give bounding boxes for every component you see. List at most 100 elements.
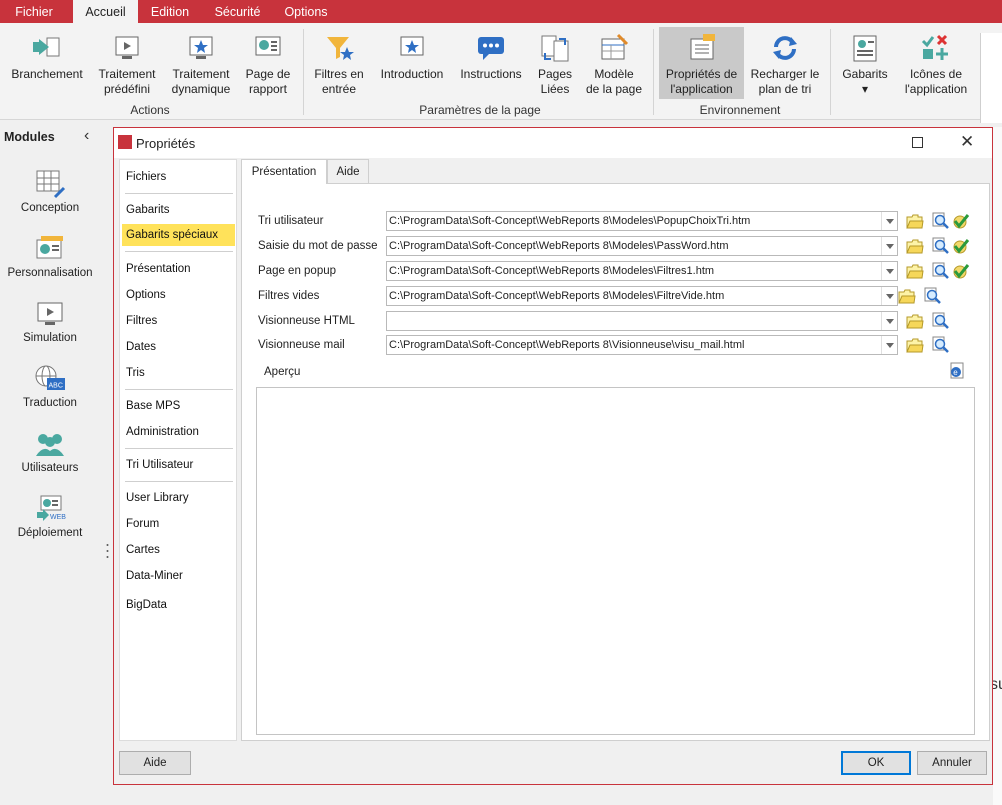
magnifier-icon[interactable]	[932, 336, 950, 354]
check-validate-icon[interactable]	[952, 262, 970, 280]
dynamic-star-icon	[189, 36, 213, 59]
ribbon-traitement-predefini-button[interactable]: Traitement prédéfini	[92, 27, 162, 99]
check-validate-icon[interactable]	[952, 237, 970, 255]
tab-presentation[interactable]: Présentation	[241, 159, 327, 184]
check-validate-icon[interactable]	[952, 212, 970, 230]
mot-de-passe-combo[interactable]: C:\ProgramData\Soft-Concept\WebReports 8…	[386, 236, 898, 256]
visionneuse-html-combo[interactable]	[386, 311, 898, 331]
menu-fichier[interactable]: Fichier	[0, 0, 68, 23]
open-folder-icon[interactable]	[898, 287, 916, 305]
open-folder-icon[interactable]	[906, 312, 924, 330]
list-item-cartes[interactable]: Cartes	[122, 539, 235, 561]
ribbon-instructions-button[interactable]: Instructions	[455, 27, 527, 99]
ribbon-separator	[653, 29, 654, 115]
module-conception[interactable]: Conception	[0, 169, 100, 214]
ribbon-introduction-button[interactable]: Introduction	[375, 27, 449, 99]
menu-options[interactable]: Options	[275, 0, 337, 23]
ribbon-modele-page-button[interactable]: Modèle de la page	[582, 27, 646, 99]
module-simulation[interactable]: Simulation	[0, 299, 100, 344]
tab-aide[interactable]: Aide	[327, 159, 369, 183]
list-item-gabarits[interactable]: Gabarits	[122, 199, 235, 221]
list-item-user-library[interactable]: User Library	[122, 487, 235, 509]
open-folder-icon[interactable]	[906, 237, 924, 255]
web-deploy-icon: WEB	[37, 495, 66, 521]
dropdown-arrow-icon[interactable]	[881, 287, 897, 305]
field-label: Tri utilisateur	[258, 215, 324, 227]
list-item-gabarits-speciaux[interactable]: Gabarits spéciaux	[122, 224, 235, 246]
module-utilisateurs[interactable]: Utilisateurs	[0, 429, 100, 474]
open-folder-icon[interactable]	[906, 212, 924, 230]
open-folder-icon[interactable]	[906, 262, 924, 280]
filtres-vides-combo[interactable]: C:\ProgramData\Soft-Concept\WebReports 8…	[386, 286, 898, 306]
list-separator	[125, 448, 233, 449]
maximize-icon[interactable]	[912, 137, 923, 148]
help-button[interactable]: Aide	[119, 751, 191, 775]
magnifier-icon[interactable]	[932, 237, 950, 255]
properties-dialog: Propriétés ✕ Fichiers Gabarits Gabarits …	[113, 127, 993, 785]
list-item-base-mps[interactable]: Base MPS	[122, 395, 235, 417]
list-item-fichiers[interactable]: Fichiers	[122, 166, 235, 188]
ribbon-overflow-panel	[980, 33, 1002, 123]
list-item-tri-utilisateur[interactable]: Tri Utilisateur	[122, 454, 235, 476]
browser-preview-icon[interactable]: e	[948, 362, 966, 380]
dropdown-arrow-icon[interactable]	[881, 262, 897, 280]
ribbon-page-de-rapport-button[interactable]: Page de rapport	[240, 27, 296, 99]
collapse-chevron-icon[interactable]: ‹	[84, 127, 89, 145]
chat-bubble-icon	[478, 37, 504, 60]
svg-text:WEB: WEB	[50, 514, 66, 521]
dropdown-arrow-icon[interactable]	[881, 336, 897, 354]
menu-edition[interactable]: Edition	[140, 0, 200, 23]
menu-bar: Fichier Accueil Edition Sécurité Options	[0, 0, 1002, 23]
list-item-bigdata[interactable]: BigData	[122, 594, 235, 616]
field-row-tri-utilisateur: Tri utilisateur C:\ProgramData\Soft-Conc…	[242, 211, 982, 231]
list-separator	[125, 389, 233, 390]
module-traduction[interactable]: ABC Traduction	[0, 364, 100, 409]
dropdown-arrow-icon[interactable]	[881, 312, 897, 330]
simulation-screen-icon	[37, 302, 63, 325]
ribbon-traitement-dynamique-button[interactable]: Traitement dynamique	[166, 27, 236, 99]
magnifier-icon[interactable]	[932, 262, 950, 280]
dropdown-arrow-icon[interactable]	[881, 212, 897, 230]
ribbon-pages-liees-button[interactable]: Pages Liées	[532, 27, 578, 99]
ribbon-recharger-plan-tri-button[interactable]: Recharger le plan de tri	[748, 27, 822, 99]
dropdown-arrow-icon[interactable]	[881, 237, 897, 255]
ribbon-gabarits-button[interactable]: Gabarits ▾	[837, 27, 893, 99]
ribbon-proprietes-application-button[interactable]: Propriétés de l'application	[659, 27, 744, 99]
module-personnalisation[interactable]: Personnalisation	[0, 234, 100, 279]
cancel-button[interactable]: Annuler	[917, 751, 987, 775]
ribbon-branchement-button[interactable]: Branchement	[4, 27, 90, 99]
list-item-presentation[interactable]: Présentation	[122, 258, 235, 280]
menu-securite[interactable]: Sécurité	[205, 0, 270, 23]
magnifier-icon[interactable]	[924, 287, 942, 305]
magnifier-icon[interactable]	[932, 212, 950, 230]
page-template-icon	[601, 33, 629, 60]
field-label: Visionneuse HTML	[258, 315, 355, 327]
users-icon	[36, 434, 64, 456]
visionneuse-mail-combo[interactable]: C:\ProgramData\Soft-Concept\WebReports 8…	[386, 335, 898, 355]
list-item-forum[interactable]: Forum	[122, 513, 235, 535]
list-item-data-miner[interactable]: Data-Miner	[122, 565, 235, 587]
tri-utilisateur-combo[interactable]: C:\ProgramData\Soft-Concept\WebReports 8…	[386, 211, 898, 231]
list-item-tris[interactable]: Tris	[122, 362, 235, 384]
open-folder-icon[interactable]	[906, 336, 924, 354]
list-item-dates[interactable]: Dates	[122, 336, 235, 358]
list-item-options[interactable]: Options	[122, 284, 235, 306]
svg-text:e: e	[953, 368, 958, 377]
app-icons-icon	[921, 34, 948, 60]
field-row-visionneuse-mail: Visionneuse mail C:\ProgramData\Soft-Con…	[242, 335, 982, 355]
close-icon[interactable]: ✕	[960, 132, 974, 152]
list-item-administration[interactable]: Administration	[122, 421, 235, 443]
ok-button[interactable]: OK	[841, 751, 911, 775]
menu-accueil[interactable]: Accueil	[73, 0, 138, 23]
group-label-parametres: Paramètres de la page	[419, 103, 541, 117]
sidebar-resize-grip[interactable]	[106, 543, 109, 559]
page-popup-combo[interactable]: C:\ProgramData\Soft-Concept\WebReports 8…	[386, 261, 898, 281]
ribbon-filtres-entree-button[interactable]: Filtres en entrée	[308, 27, 370, 99]
ribbon-icones-application-button[interactable]: Icônes de l'application	[898, 27, 974, 99]
list-item-filtres[interactable]: Filtres	[122, 310, 235, 332]
module-deploiement[interactable]: WEB Déploiement	[0, 494, 100, 539]
magnifier-icon[interactable]	[932, 312, 950, 330]
preview-area	[256, 387, 975, 735]
ribbon: Branchement Traitement prédéfini Traitem…	[0, 23, 1002, 123]
dialog-title-bar[interactable]: Propriétés ✕	[114, 128, 992, 158]
